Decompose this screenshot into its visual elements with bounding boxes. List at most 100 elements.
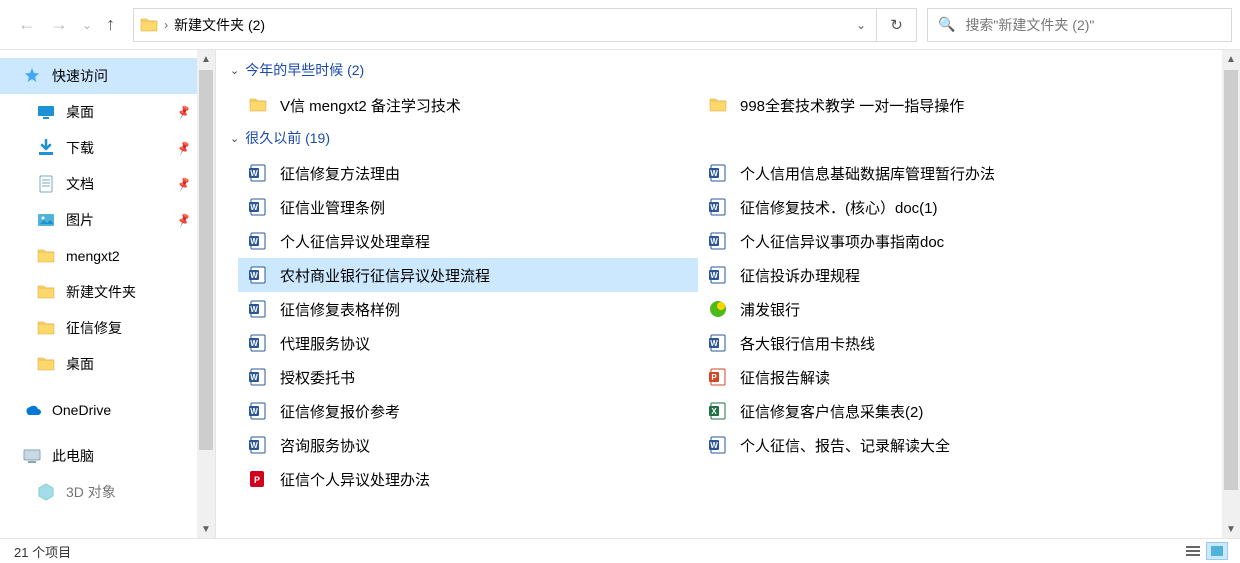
sidebar-item-label: 图片 (66, 210, 94, 230)
sidebar-item-label: 文档 (66, 174, 94, 194)
word-icon (248, 265, 268, 285)
search-input[interactable] (965, 17, 1231, 33)
sidebar-scrollbar[interactable]: ▲ ▼ (197, 50, 215, 538)
toolbar: ← → ⌄ ↑ › 新建文件夹 (2) ⌄ ↻ 🔍 (0, 0, 1240, 50)
list-item[interactable]: 个人征信异议处理章程 (238, 224, 698, 258)
desktop-icon (36, 103, 56, 121)
chevron-right-icon[interactable]: › (164, 18, 168, 32)
word-icon (708, 163, 728, 183)
nav-up-icon[interactable]: ↑ (106, 14, 115, 35)
file-name: 征信修复客户信息采集表(2) (740, 401, 923, 422)
folder-icon (36, 355, 56, 373)
sidebar-item-desktop[interactable]: 桌面 📌 (0, 94, 215, 130)
sidebar-item-folder[interactable]: 桌面 (0, 346, 215, 382)
address-bar[interactable]: › 新建文件夹 (2) ⌄ ↻ (133, 8, 917, 42)
scroll-down-icon[interactable]: ▼ (1222, 520, 1240, 538)
word-icon (708, 231, 728, 251)
group-label: 很久以前 (19) (245, 128, 330, 148)
group-header-earlier-this-year[interactable]: ⌄ 今年的早些时候 (2) (216, 58, 1240, 82)
word-icon (248, 197, 268, 217)
sidebar-item-documents[interactable]: 文档 📌 (0, 166, 215, 202)
nav-back-icon[interactable]: ← (18, 14, 36, 35)
list-item[interactable]: 征信业管理条例 (238, 190, 698, 224)
sidebar-item-pictures[interactable]: 图片 📌 (0, 202, 215, 238)
list-item[interactable]: 个人信用信息基础数据库管理暂行办法 (698, 156, 1158, 190)
list-item[interactable]: 征信修复报价参考 (238, 394, 698, 428)
view-details-button[interactable] (1182, 542, 1204, 560)
word-icon (248, 231, 268, 251)
chevron-down-icon: ⌄ (230, 64, 239, 77)
sidebar-onedrive[interactable]: OneDrive (0, 392, 215, 428)
group-header-long-ago[interactable]: ⌄ 很久以前 (19) (216, 126, 1240, 150)
main-scrollbar[interactable]: ▲ ▼ (1222, 50, 1240, 538)
pc-icon (22, 447, 42, 465)
list-item[interactable]: 各大银行信用卡热线 (698, 326, 1158, 360)
folder-icon (708, 95, 728, 115)
list-item[interactable]: 征信修复方法理由 (238, 156, 698, 190)
file-name: 代理服务协议 (280, 333, 370, 354)
scroll-down-icon[interactable]: ▼ (197, 520, 215, 538)
excel-icon (708, 401, 728, 421)
list-item[interactable]: 征信修复技术．(核心）doc(1) (698, 190, 1158, 224)
sidebar-this-pc[interactable]: 此电脑 (0, 438, 215, 474)
sidebar-item-folder[interactable]: 征信修复 (0, 310, 215, 346)
sidebar-item-folder[interactable]: 新建文件夹 (0, 274, 215, 310)
file-name: 授权委托书 (280, 367, 355, 388)
sidebar-item-label: 桌面 (66, 354, 94, 374)
scroll-thumb[interactable] (1224, 70, 1238, 490)
refresh-button[interactable]: ↻ (876, 9, 916, 41)
cube-icon (36, 483, 56, 501)
list-item[interactable]: 代理服务协议 (238, 326, 698, 360)
file-name: 个人征信异议处理章程 (280, 231, 430, 252)
list-item[interactable]: 个人征信、报告、记录解读大全 (698, 428, 1158, 462)
navigation-pane: 快速访问 桌面 📌 下载 📌 文档 📌 图片 📌 mengxt2 (0, 50, 216, 538)
sidebar-quick-access[interactable]: 快速访问 (0, 58, 215, 94)
list-item[interactable]: 征信个人异议处理办法 (238, 462, 698, 496)
scroll-up-icon[interactable]: ▲ (197, 50, 215, 68)
ppt-icon (708, 367, 728, 387)
scroll-thumb[interactable] (199, 70, 213, 450)
file-name: 个人征信、报告、记录解读大全 (740, 435, 950, 456)
sidebar-item-3d[interactable]: 3D 对象 (0, 474, 215, 510)
word-icon (708, 265, 728, 285)
view-icons-button[interactable] (1206, 542, 1228, 560)
list-item[interactable]: 征信修复客户信息采集表(2) (698, 394, 1158, 428)
word-icon (248, 163, 268, 183)
nav-recent-icon[interactable]: ⌄ (82, 18, 92, 32)
file-name: 各大银行信用卡热线 (740, 333, 875, 354)
word-icon (708, 333, 728, 353)
pdf-icon (248, 469, 268, 489)
folder-icon (140, 16, 158, 34)
word-icon (248, 435, 268, 455)
list-item[interactable]: 征信报告解读 (698, 360, 1158, 394)
status-bar: 21 个项目 (0, 538, 1240, 563)
list-item[interactable]: 998全套技术教学 一对一指导操作 (698, 88, 1158, 122)
nav-forward-icon[interactable]: → (50, 14, 68, 35)
sidebar-item-downloads[interactable]: 下载 📌 (0, 130, 215, 166)
item-count: 21 个项目 (14, 542, 71, 561)
sidebar-item-label: 征信修复 (66, 318, 122, 338)
list-item[interactable]: 咨询服务协议 (238, 428, 698, 462)
word-icon (708, 197, 728, 217)
search-box[interactable]: 🔍 (927, 8, 1232, 42)
pin-icon: 📌 (175, 140, 192, 157)
list-item[interactable]: 征信投诉办理规程 (698, 258, 1158, 292)
list-item[interactable]: 浦发银行 (698, 292, 1158, 326)
address-dropdown-icon[interactable]: ⌄ (856, 18, 866, 32)
list-item[interactable]: 征信修复表格样例 (238, 292, 698, 326)
list-item[interactable]: V信 mengxt2 备注学习技术 (238, 88, 698, 122)
list-item[interactable]: 个人征信异议事项办事指南doc (698, 224, 1158, 258)
group-label: 今年的早些时候 (2) (245, 60, 364, 80)
sidebar-item-label: OneDrive (52, 402, 111, 418)
360-icon (708, 299, 728, 319)
folder-icon (248, 95, 268, 115)
sidebar-item-folder[interactable]: mengxt2 (0, 238, 215, 274)
breadcrumb-segment[interactable]: 新建文件夹 (2) (174, 15, 265, 35)
sidebar-item-label: 快速访问 (52, 66, 108, 86)
file-name: 征信修复技术．(核心）doc(1) (740, 197, 938, 218)
list-item[interactable]: 授权委托书 (238, 360, 698, 394)
file-list-pane: ⌄ 今年的早些时候 (2) V信 mengxt2 备注学习技术 998全套技术教… (216, 50, 1240, 538)
scroll-up-icon[interactable]: ▲ (1222, 50, 1240, 68)
list-item[interactable]: 农村商业银行征信异议处理流程 (238, 258, 698, 292)
word-icon (248, 367, 268, 387)
